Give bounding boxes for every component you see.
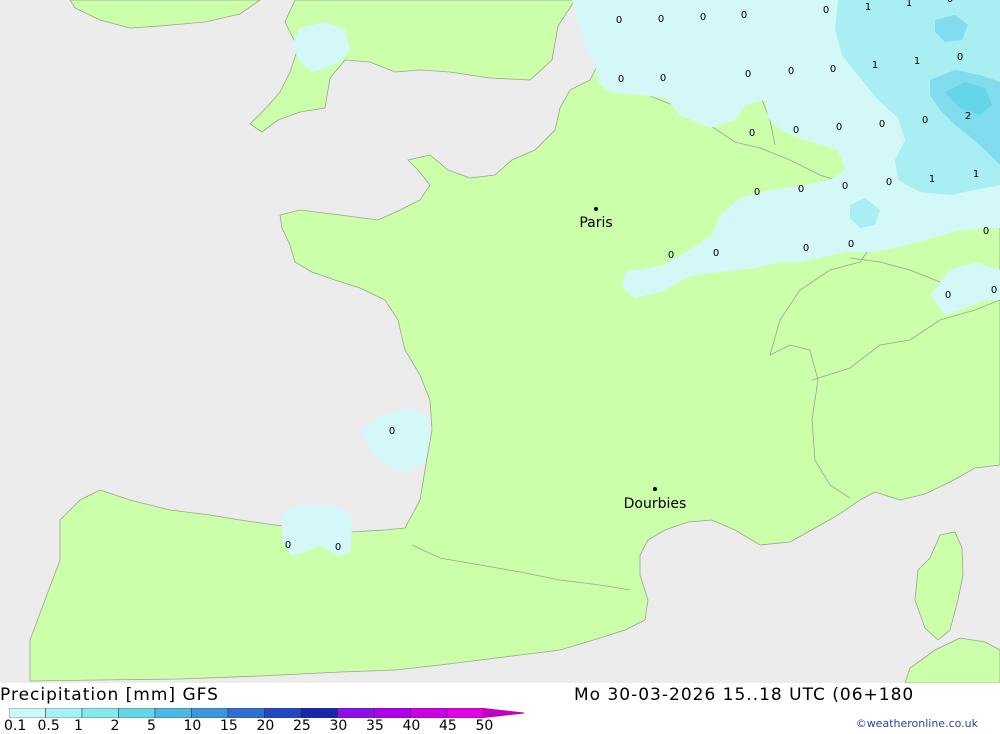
colorbar-segment (410, 708, 448, 718)
precip-value-label: 1 (865, 2, 871, 13)
colorbar-label: 15 (220, 718, 238, 734)
precip-value-label: 0 (983, 226, 989, 237)
colorbar-segment (81, 708, 119, 718)
colorbar-label: 40 (402, 718, 421, 734)
precip-value-label: 0 (991, 285, 997, 296)
precipitation-colorbar (9, 708, 524, 718)
precip-value-label: 1 (973, 169, 979, 180)
colorbar-label: 45 (439, 718, 457, 734)
precip-value-label: 0 (285, 540, 291, 551)
precip-value-label: 2 (965, 111, 971, 122)
map-footer: Precipitation [mm] GFS Mo 30-03-2026 15.… (0, 683, 1000, 734)
precip-value-label: 0 (745, 69, 751, 80)
precip-value-label: 0 (823, 5, 829, 16)
precip-value-label: 0 (618, 74, 624, 85)
precip-value-label: 0 (389, 426, 395, 437)
colorbar-label: 25 (293, 718, 311, 734)
precipitation-map: Paris Dourbies 0 0 0 0 0 1 1 0 0 0 0 0 0 1 1 0 0 0 0 0 0 2 0 0 0 0… (0, 0, 1000, 683)
precip-value-label: 0 (886, 177, 892, 188)
city-label-dourbies: Dourbies (624, 496, 687, 512)
map-title: Precipitation [mm] GFS (0, 685, 219, 705)
precip-value-label: 0 (660, 73, 666, 84)
precip-value-label: 0 (836, 122, 842, 133)
forecast-time: Mo 30-03-2026 15..18 UTC (06+180 (574, 685, 915, 705)
precip-value-label: 0 (700, 12, 706, 23)
precip-value-label: 1 (914, 56, 920, 67)
precip-value-label: 0 (668, 250, 674, 261)
city-marker-dourbies (653, 487, 657, 491)
precip-value-label: 0 (713, 248, 719, 259)
colorbar-label: 30 (329, 718, 348, 734)
precip-value-label: 0 (798, 184, 804, 195)
precip-value-label: 0 (616, 15, 622, 26)
colorbar-segment (227, 708, 265, 718)
colorbar-label: 0.5 (37, 718, 60, 734)
colorbar-label: 1 (74, 718, 83, 734)
colorbar-segment (45, 708, 83, 718)
precip-value-label: 0 (788, 66, 794, 77)
precip-value-label: 0 (879, 119, 885, 130)
colorbar-label: 35 (366, 718, 384, 734)
colorbar-label: 20 (256, 718, 275, 734)
precip-value-label: 0 (957, 52, 963, 63)
precip-value-label: 0 (335, 542, 341, 553)
colorbar-segment (373, 708, 411, 718)
colorbar-label: 10 (183, 718, 202, 734)
colorbar-segment (9, 708, 46, 718)
colorbar-label: 0.1 (4, 718, 27, 734)
precip-value-label: 0 (658, 14, 664, 25)
colorbar-label: 50 (475, 718, 494, 734)
precip-value-label: 1 (929, 174, 935, 185)
precip-value-label: 0 (842, 181, 848, 192)
credit-link[interactable]: ©weatheronline.co.uk (856, 717, 978, 730)
colorbar-segment (264, 708, 302, 718)
colorbar-label: 5 (147, 718, 156, 734)
colorbar-segment (191, 708, 229, 718)
precip-value-label: 0 (793, 125, 799, 136)
colorbar-arrow (483, 708, 524, 718)
precip-value-label: 1 (906, 0, 912, 9)
colorbar-segment (446, 708, 484, 718)
city-marker-paris (594, 207, 598, 211)
precip-value-label: 0 (830, 64, 836, 75)
precip-value-label: 0 (749, 128, 755, 139)
precip-value-label: 0 (947, 0, 953, 5)
precip-value-label: 0 (754, 187, 760, 198)
precip-value-label: 0 (945, 290, 951, 301)
city-label-paris: Paris (579, 215, 612, 231)
precip-value-label: 0 (922, 115, 928, 126)
colorbar-segment (337, 708, 375, 718)
precip-value-label: 0 (848, 239, 854, 250)
colorbar-label: 2 (110, 718, 120, 734)
colorbar-segment (300, 708, 338, 718)
colorbar-segment (118, 708, 156, 718)
precip-value-label: 0 (741, 10, 747, 21)
colorbar-segment (154, 708, 192, 718)
precip-value-label: 0 (803, 243, 809, 254)
precip-value-label: 1 (872, 60, 878, 71)
